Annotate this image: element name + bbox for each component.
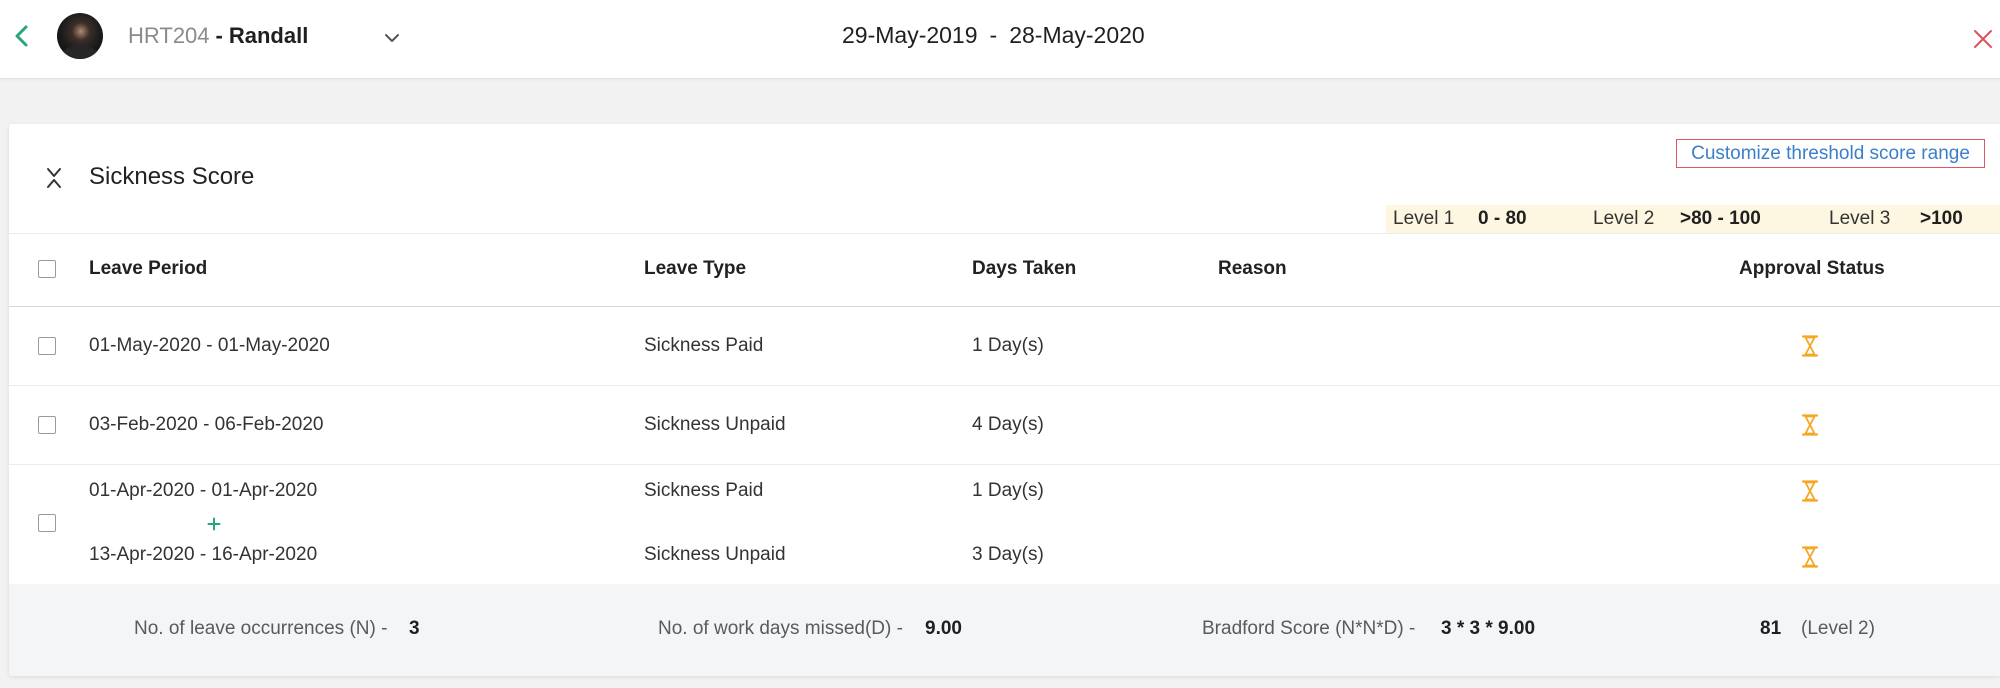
level-3-range: >100 xyxy=(1920,208,1963,229)
leave-entry: 01-Apr-2020 - 01-Apr-2020 Sickness Paid … xyxy=(9,478,2000,504)
days-missed-value: 9.00 xyxy=(925,618,962,639)
hourglass-icon xyxy=(1801,414,1819,436)
sickness-score-card: Sickness Score Customize threshold score… xyxy=(9,124,2000,676)
date-range: 29-May-2019-28-May-2020 xyxy=(842,21,1145,49)
days-taken: 1 Day(s) xyxy=(972,480,1044,501)
leave-type: Sickness Unpaid xyxy=(644,414,786,435)
table-row[interactable]: 01-May-2020 - 01-May-2020 Sickness Paid … xyxy=(9,307,2000,386)
days-missed-label: No. of work days missed(D) - xyxy=(658,618,903,639)
level-2-range: >80 - 100 xyxy=(1680,208,1761,229)
chevron-left-icon xyxy=(15,25,28,47)
section-title: Sickness Score xyxy=(89,163,255,190)
column-header-approval-status[interactable]: Approval Status xyxy=(1739,256,1885,282)
table-header-cells: Leave Period Leave Type Days Taken Reaso… xyxy=(9,256,2000,282)
days-taken: 4 Day(s) xyxy=(972,414,1044,435)
leave-period: 01-Apr-2020 - 01-Apr-2020 xyxy=(89,480,318,501)
customize-threshold-link[interactable]: Customize threshold score range xyxy=(1676,139,1985,168)
employee-name-separator: - xyxy=(215,23,223,48)
back-button[interactable] xyxy=(12,22,32,50)
column-header-leave-period[interactable]: Leave Period xyxy=(89,256,207,282)
column-header-days-taken[interactable]: Days Taken xyxy=(972,256,1076,282)
employee-label[interactable]: HRT204- Randall xyxy=(128,22,308,50)
leave-type: Sickness Unpaid xyxy=(644,544,786,565)
days-taken: 3 Day(s) xyxy=(972,544,1044,565)
bradford-level: (Level 2) xyxy=(1801,618,1875,639)
date-separator: - xyxy=(989,22,998,48)
collapse-icon xyxy=(47,168,61,188)
avatar-photo xyxy=(63,45,97,59)
level-1-range: 0 - 80 xyxy=(1478,208,1527,229)
top-bar: HRT204- Randall 29-May-2019-28-May-2020 xyxy=(0,0,2000,79)
bradford-score: 81 xyxy=(1760,618,1782,639)
bradford-summary: No. of leave occurrences (N) - 3 No. of … xyxy=(9,584,2000,676)
column-header-leave-type[interactable]: Leave Type xyxy=(644,256,746,282)
occurrences-label: No. of leave occurrences (N) - xyxy=(134,618,388,639)
leave-entry: 03-Feb-2020 - 06-Feb-2020 Sickness Unpai… xyxy=(9,412,2000,438)
level-3-label: Level 3 xyxy=(1829,208,1891,229)
days-taken: 1 Day(s) xyxy=(972,335,1044,356)
occurrences-value: 3 xyxy=(409,618,420,639)
level-1-label: Level 1 xyxy=(1393,208,1455,229)
avatar[interactable] xyxy=(57,13,103,59)
hourglass-icon xyxy=(1801,480,1819,502)
employee-name: Randall xyxy=(228,23,309,48)
hourglass-icon xyxy=(1801,335,1819,357)
table-row[interactable]: 01-Apr-2020 - 01-Apr-2020 Sickness Paid … xyxy=(9,465,2000,584)
row-checkbox[interactable] xyxy=(38,514,56,532)
table-row[interactable]: 03-Feb-2020 - 06-Feb-2020 Sickness Unpai… xyxy=(9,386,2000,465)
employee-switch-button[interactable] xyxy=(382,30,402,46)
leave-type: Sickness Paid xyxy=(644,480,764,501)
date-to: 28-May-2020 xyxy=(1009,22,1145,48)
chevron-down-icon xyxy=(385,34,399,42)
column-header-reason[interactable]: Reason xyxy=(1218,256,1287,282)
leave-period: 13-Apr-2020 - 16-Apr-2020 xyxy=(89,544,318,565)
close-button[interactable] xyxy=(1972,28,1994,50)
table-header-row: Leave Period Leave Type Days Taken Reaso… xyxy=(9,234,2000,307)
leave-period: 01-May-2020 - 01-May-2020 xyxy=(89,335,330,356)
leave-type: Sickness Paid xyxy=(644,335,764,356)
hourglass-icon xyxy=(1801,546,1819,568)
collapse-button[interactable] xyxy=(45,166,63,190)
bradford-label: Bradford Score (N*N*D) - xyxy=(1202,618,1416,639)
employee-id: HRT204 xyxy=(128,23,210,48)
plus-icon xyxy=(207,517,221,531)
leave-entry: 01-May-2020 - 01-May-2020 Sickness Paid … xyxy=(9,333,2000,359)
bradford-formula: 3 * 3 * 9.00 xyxy=(1441,618,1536,639)
threshold-levels: Level 1 0 - 80 Level 2 >80 - 100 Level 3… xyxy=(1386,205,2000,233)
close-icon xyxy=(1974,30,1992,48)
level-2-label: Level 2 xyxy=(1593,208,1655,229)
leave-period: 03-Feb-2020 - 06-Feb-2020 xyxy=(89,414,324,435)
leave-entry: 13-Apr-2020 - 16-Apr-2020 Sickness Unpai… xyxy=(9,542,2000,568)
date-from: 29-May-2019 xyxy=(842,22,978,48)
